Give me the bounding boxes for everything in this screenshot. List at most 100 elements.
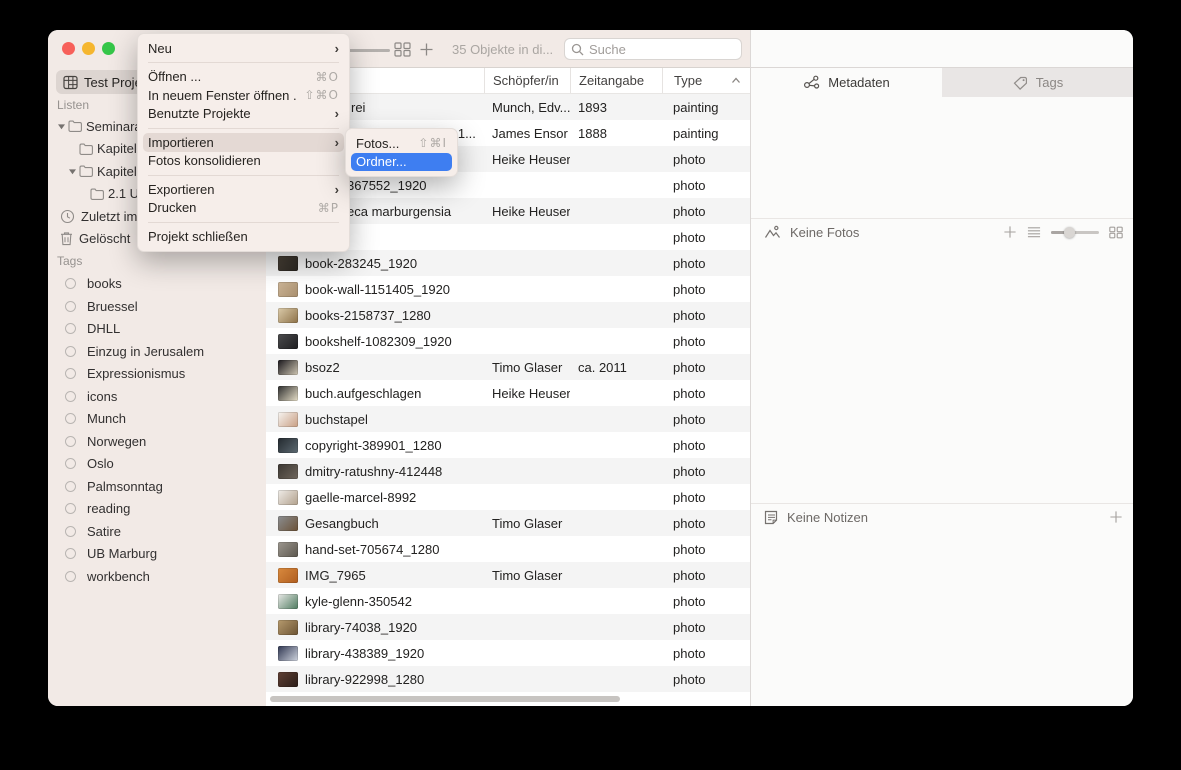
tab-metadaten[interactable]: Metadaten bbox=[751, 68, 942, 97]
tag-circle-icon bbox=[65, 323, 76, 334]
sidebar-tag-einzug-in-jerusalem[interactable]: Einzug in Jerusalem bbox=[48, 340, 266, 363]
sidebar-tag-dhll[interactable]: DHLL bbox=[48, 318, 266, 341]
sidebar-tag-books[interactable]: books bbox=[48, 273, 266, 296]
sidebar-tag-workbench[interactable]: workbench bbox=[48, 565, 266, 588]
folder-icon bbox=[90, 188, 104, 200]
menu-item-exportieren[interactable]: Exportieren› bbox=[138, 180, 349, 199]
column-header-schoepfer[interactable]: Schöpfer/in bbox=[484, 68, 570, 93]
sidebar-tag-satire[interactable]: Satire bbox=[48, 520, 266, 543]
disclosure-triangle-icon[interactable] bbox=[57, 122, 68, 131]
sidebar-tag-munch[interactable]: Munch bbox=[48, 408, 266, 431]
table-row-book-283245-1920[interactable]: book-283245_1920photo bbox=[266, 250, 750, 276]
cell-type: photo bbox=[662, 230, 750, 245]
table-row-dmitry-ratushny-412448[interactable]: dmitry-ratushny-412448photo bbox=[266, 458, 750, 484]
add-object-button[interactable] bbox=[419, 42, 434, 62]
menu-separator bbox=[148, 128, 339, 129]
tab-tags-label: Tags bbox=[1036, 75, 1063, 90]
cell-type: photo bbox=[662, 490, 750, 505]
table-row-img-7965[interactable]: IMG_7965Timo Glaserphoto bbox=[266, 562, 750, 588]
menu-item-benutzte-projekte[interactable]: Benutzte Projekte› bbox=[138, 105, 349, 124]
row-name-label: dmitry-ratushny-412448 bbox=[305, 464, 442, 479]
sidebar-tag-bruessel[interactable]: Bruessel bbox=[48, 295, 266, 318]
table-row-gesangbuch[interactable]: GesangbuchTimo Glaserphoto bbox=[266, 510, 750, 536]
submenu-chevron-icon: › bbox=[335, 183, 339, 196]
close-window-button[interactable] bbox=[62, 42, 75, 55]
column-header-type[interactable]: Type bbox=[662, 68, 750, 93]
row-thumbnail bbox=[278, 334, 298, 349]
tag-circle-icon bbox=[65, 548, 76, 559]
grid-view-small-icon[interactable] bbox=[1109, 226, 1123, 239]
sidebar-tag-oslo[interactable]: Oslo bbox=[48, 453, 266, 476]
slider-knob[interactable] bbox=[1064, 227, 1075, 238]
add-photo-button[interactable] bbox=[1003, 225, 1017, 239]
menu-item-drucken[interactable]: Drucken⌘P bbox=[138, 199, 349, 218]
clock-icon bbox=[60, 209, 75, 224]
table-row-buchstapel[interactable]: buchstapelphoto bbox=[266, 406, 750, 432]
cell-type: photo bbox=[662, 438, 750, 453]
grid-view-icon[interactable] bbox=[394, 42, 411, 62]
menu-item-fotos-konsolidieren[interactable]: Fotos konsolidieren bbox=[138, 152, 349, 171]
zoom-window-button[interactable] bbox=[102, 42, 115, 55]
menu-item-label: Neu bbox=[148, 41, 327, 56]
search-field[interactable] bbox=[564, 38, 742, 60]
horizontal-scrollbar[interactable] bbox=[270, 696, 620, 702]
menu-item-neu[interactable]: Neu › bbox=[138, 39, 349, 58]
row-thumbnail bbox=[278, 308, 298, 323]
table-row-books-2158737-1280[interactable]: books-2158737_1280photo bbox=[266, 302, 750, 328]
tag-label: Oslo bbox=[87, 456, 114, 471]
menu-item-projekt-schlie-en[interactable]: Projekt schließen bbox=[138, 227, 349, 246]
cell-creator: James Ensor bbox=[484, 126, 570, 141]
list-view-icon[interactable] bbox=[1027, 226, 1041, 238]
cell-name: bsoz2 bbox=[266, 360, 484, 375]
inspector-tabs: Metadaten Tags bbox=[751, 68, 1133, 97]
table-row-copyright-389901-1280[interactable]: copyright-389901_1280photo bbox=[266, 432, 750, 458]
tag-label: Satire bbox=[87, 524, 121, 539]
table-row-hand-set-705674-1280[interactable]: hand-set-705674_1280photo bbox=[266, 536, 750, 562]
metadata-icon bbox=[803, 75, 820, 90]
photos-icon bbox=[764, 225, 781, 239]
tag-circle-icon bbox=[65, 301, 76, 312]
sidebar-tag-icons[interactable]: icons bbox=[48, 385, 266, 408]
table-row-library-922998-1280[interactable]: library-922998_1280photo bbox=[266, 666, 750, 692]
table-row-library-438389-1920[interactable]: library-438389_1920photo bbox=[266, 640, 750, 666]
minimize-window-button[interactable] bbox=[82, 42, 95, 55]
cell-type: photo bbox=[662, 308, 750, 323]
tag-circle-icon bbox=[65, 503, 76, 514]
sidebar-tag-ub-marburg[interactable]: UB Marburg bbox=[48, 543, 266, 566]
table-row-buch-aufgeschlagen[interactable]: buch.aufgeschlagenHeike Heuserphoto bbox=[266, 380, 750, 406]
sidebar-tag-palmsonntag[interactable]: Palmsonntag bbox=[48, 475, 266, 498]
row-thumbnail bbox=[278, 594, 298, 609]
submenu-item-label: Ordner... bbox=[356, 154, 447, 169]
column-header-zeitangabe[interactable]: Zeitangabe bbox=[570, 68, 662, 93]
submenu-item-fotos[interactable]: Fotos...⇧⌘I bbox=[346, 134, 457, 153]
disclosure-triangle-icon[interactable] bbox=[68, 167, 79, 176]
search-input[interactable] bbox=[589, 42, 729, 57]
submenu-chevron-icon: › bbox=[335, 42, 339, 55]
row-name-label: 367552_1920 bbox=[347, 178, 427, 193]
cell-type: painting bbox=[662, 100, 750, 115]
tab-metadaten-label: Metadaten bbox=[828, 75, 889, 90]
menu-item-importieren[interactable]: Importieren› bbox=[143, 133, 344, 152]
menu-item-ffnen[interactable]: Öffnen ...⌘O bbox=[138, 68, 349, 87]
menu-item-in-neuem-fenster-ffnen[interactable]: In neuem Fenster öffnen ...⇧⌘O bbox=[138, 86, 349, 105]
table-row-book-wall-1151405-1920[interactable]: book-wall-1151405_1920photo bbox=[266, 276, 750, 302]
add-note-button[interactable] bbox=[1109, 510, 1123, 524]
table-row-kyle-glenn-350542[interactable]: kyle-glenn-350542photo bbox=[266, 588, 750, 614]
notes-section-header: Keine Notizen bbox=[751, 503, 1133, 530]
table-row-gaelle-marcel-8992[interactable]: gaelle-marcel-8992photo bbox=[266, 484, 750, 510]
table-row-library-74038-1920[interactable]: library-74038_1920photo bbox=[266, 614, 750, 640]
context-menu: Neu › Öffnen ...⌘OIn neuem Fenster öffnen … bbox=[137, 33, 350, 252]
menu-item-label: Projekt schließen bbox=[148, 229, 339, 244]
sidebar-tag-expressionismus[interactable]: Expressionismus bbox=[48, 363, 266, 386]
app-window: Test Projekt Listen SeminararKapitel 1Ka… bbox=[48, 30, 1133, 706]
menu-separator bbox=[148, 222, 339, 223]
photo-size-slider[interactable] bbox=[1051, 226, 1099, 238]
sidebar-tag-norwegen[interactable]: Norwegen bbox=[48, 430, 266, 453]
table-row-bookshelf-1082309-1920[interactable]: bookshelf-1082309_1920photo bbox=[266, 328, 750, 354]
tab-tags[interactable]: Tags bbox=[942, 68, 1133, 97]
submenu-item-ordner[interactable]: Ordner... bbox=[351, 153, 452, 172]
row-thumbnail bbox=[278, 672, 298, 687]
sidebar-tag-reading[interactable]: reading bbox=[48, 498, 266, 521]
table-row-bsoz2[interactable]: bsoz2Timo Glaserca. 2011photo bbox=[266, 354, 750, 380]
cell-type: photo bbox=[662, 568, 750, 583]
